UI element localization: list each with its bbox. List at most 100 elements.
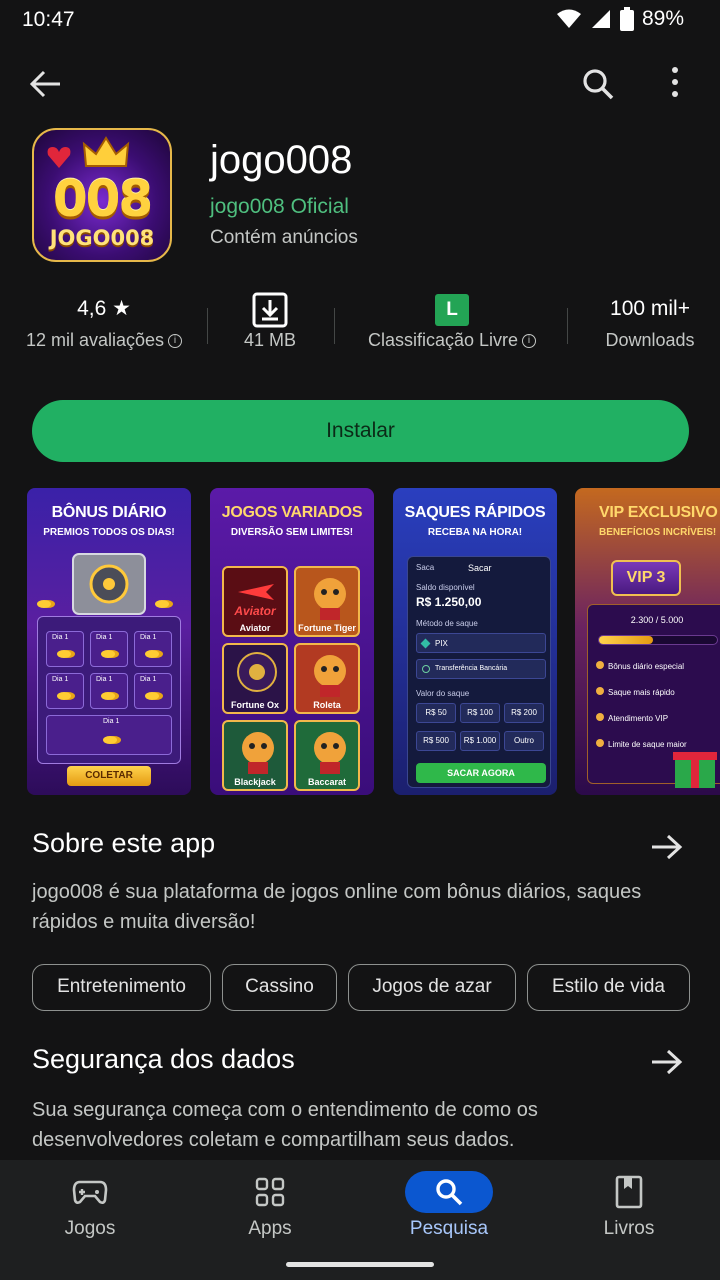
day-cell[interactable]: Dia 1 — [134, 631, 172, 667]
nav-books[interactable]: Livros — [569, 1170, 689, 1240]
status-icons: 89% — [556, 7, 684, 31]
size-value: 41 MB — [243, 330, 297, 350]
amount-option[interactable]: R$ 100 — [460, 703, 500, 723]
search-icon[interactable] — [578, 64, 618, 104]
screenshot-title: SAQUES RÁPIDOS — [404, 504, 546, 521]
game-tile-aviator[interactable]: Aviator Aviator — [222, 566, 288, 637]
apps-grid-icon — [255, 1177, 285, 1207]
active-indicator — [405, 1171, 493, 1213]
amount-option[interactable]: R$ 50 — [416, 703, 456, 723]
withdraw-panel: Saca Sacar Saldo disponível R$ 1.250,00 … — [407, 556, 551, 788]
benefit-label: Saque mais rápido — [608, 688, 675, 697]
benefit-label: Atendimento VIP — [608, 714, 669, 723]
coin-icon — [57, 650, 71, 658]
install-button[interactable]: Instalar — [32, 400, 689, 462]
battery-level: 89% — [641, 7, 684, 30]
vip-progress-bar — [598, 635, 718, 645]
crown-icon — [82, 136, 130, 167]
method-pix-label: PIX — [435, 639, 448, 648]
panel-tab-left: Saca — [416, 563, 435, 572]
game-tile-blackjack[interactable]: Blackjack — [222, 720, 288, 791]
aviator-logo-text: Aviator — [234, 604, 276, 618]
status-time: 10:47 — [22, 8, 75, 31]
screenshot-subtitle: BENEFÍCIOS INCRÍVEIS! — [599, 527, 717, 538]
rating-stat[interactable]: 4,6 ★ 12 mil avaliações i — [20, 292, 188, 351]
day-cell[interactable]: Dia 1 — [46, 631, 84, 667]
screenshot-subtitle: RECEBA NA HORA! — [427, 527, 523, 538]
coin-icon — [101, 692, 115, 700]
game-tile-fortune-tiger[interactable]: Fortune Tiger — [294, 566, 360, 637]
benefit-item: Atendimento VIP — [596, 713, 668, 723]
downloads-stat: 100 mil+ Downloads — [590, 292, 710, 351]
screenshot-games[interactable]: JOGOS VARIADOS DIVERSÃO SEM LIMITES! Avi… — [210, 488, 374, 795]
arrow-forward-icon[interactable] — [650, 1048, 684, 1076]
method-label: Método de saque — [416, 619, 478, 628]
nav-search[interactable]: Pesquisa — [389, 1170, 509, 1240]
screenshot-withdraw[interactable]: SAQUES RÁPIDOS RECEBA NA HORA! Saca Saca… — [393, 488, 557, 795]
tiger-icon — [314, 578, 346, 620]
day-cell[interactable]: Dia 1 — [46, 715, 172, 755]
screenshot-subtitle: PREMIOS TODOS OS DIAS! — [43, 527, 175, 538]
game-tile-fortune-ox[interactable]: Fortune Ox — [222, 643, 288, 714]
data-safety-description: Sua segurança começa com o entendimento … — [32, 1099, 538, 1151]
gesture-home-indicator[interactable] — [286, 1262, 434, 1267]
benefit-item: Saque mais rápido — [596, 687, 675, 697]
pix-icon — [420, 638, 431, 649]
tiger-icon — [314, 655, 346, 697]
chip-lifestyle[interactable]: Estilo de vida — [527, 964, 690, 1011]
balance-value: R$ 1.250,00 — [416, 595, 482, 609]
withdraw-now-button[interactable]: SACAR AGORA — [416, 763, 546, 783]
screenshot-subtitle: DIVERSÃO SEM LIMITES! — [230, 527, 354, 538]
benefit-label: Bônus diário especial — [608, 662, 685, 671]
gamepad-icon — [72, 1180, 108, 1204]
screenshot-carousel[interactable]: BÔNUS DIÁRIO PREMIOS TODOS OS DIAS! Dia … — [27, 488, 720, 796]
benefit-item: Bônus diário especial — [596, 661, 684, 671]
game-tile-roleta[interactable]: Roleta — [294, 643, 360, 714]
star-icon: ★ — [112, 297, 131, 320]
arrow-forward-icon[interactable] — [650, 833, 684, 861]
nav-apps[interactable]: Apps — [210, 1170, 330, 1240]
reviews-row: 12 mil avaliações i — [20, 330, 188, 351]
status-bar: 10:47 89% — [0, 0, 720, 40]
back-arrow-icon[interactable] — [26, 66, 66, 102]
screenshot-vip[interactable]: VIP EXCLUSIVO BENEFÍCIOS INCRÍVEIS! VIP … — [575, 488, 720, 795]
app-title: jogo008 — [210, 138, 353, 182]
signal-icon — [591, 10, 610, 28]
about-title[interactable]: Sobre este app — [32, 828, 215, 859]
amount-option[interactable]: Outro — [504, 731, 544, 751]
more-vert-icon[interactable] — [660, 64, 690, 104]
day-cell[interactable]: Dia 1 — [90, 673, 128, 709]
coin-icon — [596, 661, 604, 669]
method-pix[interactable]: PIX — [416, 633, 546, 653]
coin-icon — [145, 692, 159, 700]
content-rating-badge: L — [435, 294, 469, 326]
day-cell[interactable]: Dia 1 — [134, 673, 172, 709]
vip-progress-fill — [599, 636, 654, 644]
chip-entertainment[interactable]: Entretenimento — [32, 964, 211, 1011]
method-bank[interactable]: Transferência Bancária — [416, 659, 546, 679]
amount-option[interactable]: R$ 1.000 — [460, 731, 500, 751]
game-tile-baccarat[interactable]: Baccarat — [294, 720, 360, 791]
content-rating-stat[interactable]: L Classificação Livre i — [354, 292, 550, 351]
chip-casino[interactable]: Cassino — [222, 964, 337, 1011]
day-cell[interactable]: Dia 1 — [46, 673, 84, 709]
gift-icon — [673, 752, 717, 788]
amount-option[interactable]: R$ 200 — [504, 703, 544, 723]
safe-icon — [72, 553, 146, 615]
day-label: Dia 1 — [52, 676, 69, 683]
nav-games[interactable]: Jogos — [30, 1170, 150, 1240]
collect-button[interactable]: COLETAR — [67, 766, 151, 786]
developer-link[interactable]: jogo008 Oficial — [210, 195, 349, 219]
day-cell[interactable]: Dia 1 — [90, 631, 128, 667]
coin-icon — [57, 692, 71, 700]
data-safety-title[interactable]: Segurança dos dados — [32, 1044, 295, 1075]
screenshot-daily-bonus[interactable]: BÔNUS DIÁRIO PREMIOS TODOS OS DIAS! Dia … — [27, 488, 191, 795]
amount-option[interactable]: R$ 500 — [416, 731, 456, 751]
chip-gambling[interactable]: Jogos de azar — [348, 964, 516, 1011]
nav-label: Pesquisa — [409, 1218, 489, 1239]
game-label: Aviator — [239, 623, 271, 633]
search-icon — [436, 1179, 463, 1206]
vip-badge: VIP 3 — [611, 560, 681, 596]
coin-icon — [37, 600, 51, 608]
day-label: Dia 1 — [96, 634, 113, 641]
